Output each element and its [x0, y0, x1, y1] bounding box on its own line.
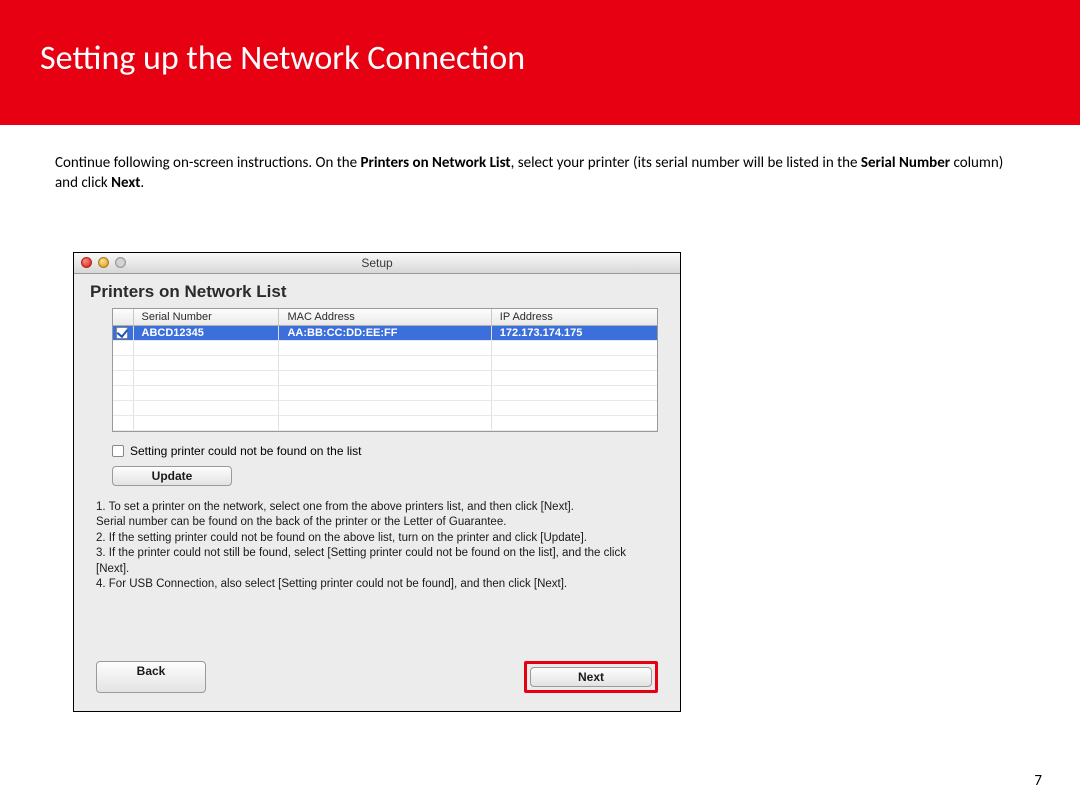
cell-serial: ABCD12345 [133, 325, 279, 340]
update-button[interactable]: Update [112, 466, 232, 486]
notfound-row[interactable]: Setting printer could not be found on th… [112, 444, 664, 458]
setup-window: Setup Printers on Network List Serial Nu… [73, 252, 681, 712]
table-row[interactable] [113, 400, 657, 415]
slide-header: Setting up the Network Connection [0, 0, 1080, 125]
slide-body: Continue following on-screen instruction… [0, 125, 1080, 712]
cell-mac: AA:BB:CC:DD:EE:FF [279, 325, 491, 340]
table-row[interactable] [113, 355, 657, 370]
row-checkbox-cell[interactable] [113, 325, 133, 340]
panel: Printers on Network List Serial Number M… [74, 274, 680, 711]
cell-ip: 172.173.174.175 [491, 325, 657, 340]
table-row[interactable] [113, 340, 657, 355]
col-checkbox [113, 309, 133, 326]
col-serial: Serial Number [133, 309, 279, 326]
next-button-highlight: Next [524, 661, 658, 693]
window-title: Setup [74, 256, 680, 270]
footer-buttons: Back Next [96, 661, 658, 693]
notfound-checkbox[interactable] [112, 445, 124, 457]
col-mac: MAC Address [279, 309, 491, 326]
table-row[interactable] [113, 385, 657, 400]
table-row[interactable] [113, 415, 657, 430]
next-button[interactable]: Next [530, 667, 652, 687]
printers-table: Serial Number MAC Address IP Address ABC… [112, 308, 658, 432]
instruction-text: Continue following on-screen instruction… [55, 153, 1025, 194]
table-row[interactable] [113, 370, 657, 385]
col-ip: IP Address [491, 309, 657, 326]
page-number: 7 [1034, 772, 1042, 790]
checkbox-icon[interactable] [116, 327, 128, 339]
window-titlebar: Setup [74, 253, 680, 274]
slide-title: Setting up the Network Connection [40, 38, 1080, 79]
table-row[interactable]: ABCD12345 AA:BB:CC:DD:EE:FF 172.173.174.… [113, 325, 657, 340]
notfound-label: Setting printer could not be found on th… [130, 444, 362, 458]
back-button[interactable]: Back [96, 661, 206, 693]
table-header-row: Serial Number MAC Address IP Address [113, 309, 657, 326]
panel-title: Printers on Network List [90, 282, 664, 302]
instructions-block: 1. To set a printer on the network, sele… [96, 500, 658, 593]
